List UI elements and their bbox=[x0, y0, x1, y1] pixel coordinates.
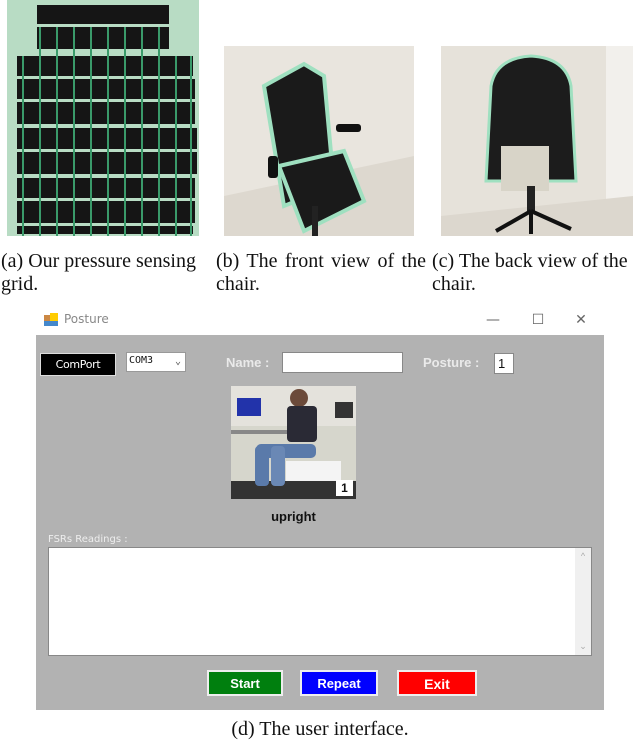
com-port-value: COM3 bbox=[129, 355, 154, 366]
minimize-button[interactable]: — bbox=[478, 309, 508, 331]
posture-app-window: Posture — ☐ ✕ ComPort COM3 ⌄ Name : Post… bbox=[36, 305, 604, 710]
chair-front-photo bbox=[224, 46, 414, 236]
exit-button[interactable]: Exit bbox=[397, 670, 477, 696]
comport-button[interactable]: ComPort bbox=[40, 353, 116, 376]
figure-a-caption: (a) Our pressure sensing grid. bbox=[1, 250, 196, 295]
pressure-grid-illustration bbox=[7, 0, 199, 236]
figure-c-caption: (c) The back view of the chair. bbox=[432, 250, 628, 295]
maximize-button[interactable]: ☐ bbox=[523, 309, 553, 331]
fsr-readings-textarea[interactable]: ^ ⌄ bbox=[48, 547, 592, 656]
posture-label: Posture : bbox=[423, 355, 480, 370]
figure-b-caption: (b) The front view of the chair. bbox=[216, 250, 426, 295]
chair-front-illustration bbox=[224, 46, 414, 236]
chair-back-photo bbox=[441, 46, 633, 236]
title-bar[interactable]: Posture — ☐ ✕ bbox=[36, 305, 604, 335]
chair-back-illustration bbox=[441, 46, 633, 236]
scroll-up-icon[interactable]: ^ bbox=[575, 551, 591, 561]
pressure-grid-photo bbox=[7, 0, 199, 236]
com-port-select[interactable]: COM3 ⌄ bbox=[126, 352, 186, 372]
scroll-down-icon[interactable]: ⌄ bbox=[575, 641, 591, 652]
name-input[interactable] bbox=[282, 352, 403, 373]
posture-number-badge: 1 bbox=[336, 480, 353, 496]
posture-number-input[interactable]: 1 bbox=[494, 353, 514, 374]
fsr-readings-label: FSRs Readings : bbox=[48, 534, 128, 545]
posture-example-image: 1 bbox=[231, 386, 356, 499]
app-window-icon bbox=[44, 313, 58, 326]
name-label: Name : bbox=[226, 355, 270, 370]
start-button[interactable]: Start bbox=[207, 670, 283, 696]
window-client-area: ComPort COM3 ⌄ Name : Posture : 1 1 upri… bbox=[36, 335, 604, 710]
window-title: Posture bbox=[64, 312, 109, 326]
figure-d-caption: (d) The user interface. bbox=[231, 718, 409, 740]
fsr-scrollbar[interactable]: ^ ⌄ bbox=[575, 548, 591, 655]
close-button[interactable]: ✕ bbox=[566, 309, 596, 331]
posture-name-label: upright bbox=[271, 509, 316, 524]
chevron-down-icon: ⌄ bbox=[174, 356, 181, 367]
repeat-button[interactable]: Repeat bbox=[300, 670, 378, 696]
